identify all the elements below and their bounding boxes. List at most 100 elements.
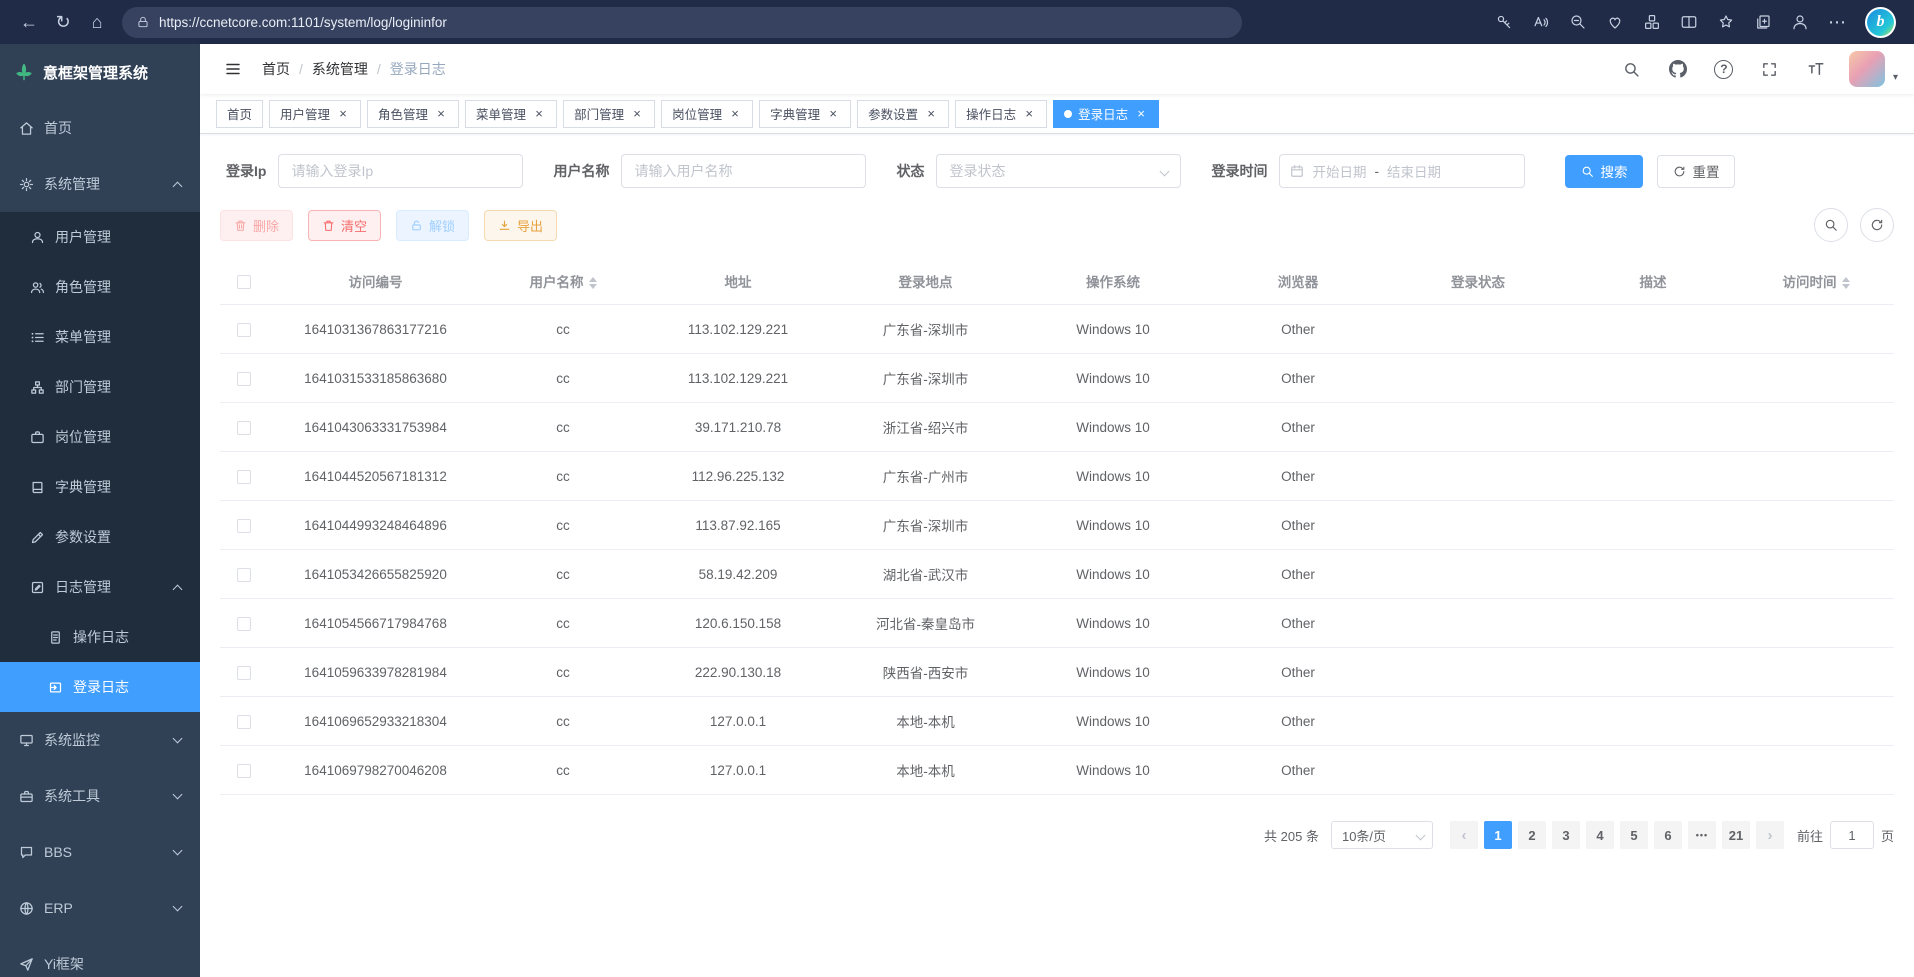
- close-icon[interactable]: ×: [434, 107, 448, 121]
- row-checkbox[interactable]: [237, 323, 251, 337]
- browser-essentials-icon[interactable]: [1606, 13, 1624, 31]
- tab-user-mgmt[interactable]: 用户管理×: [269, 100, 361, 128]
- tab-post-mgmt[interactable]: 岗位管理×: [661, 100, 753, 128]
- close-icon[interactable]: ×: [1134, 107, 1148, 121]
- unlock-button[interactable]: 解锁: [396, 210, 469, 241]
- row-checkbox[interactable]: [237, 421, 251, 435]
- row-checkbox[interactable]: [237, 372, 251, 386]
- close-icon[interactable]: ×: [630, 107, 644, 121]
- page-size-select[interactable]: 10条/页: [1331, 821, 1433, 849]
- zoom-icon[interactable]: [1569, 13, 1587, 31]
- status-select[interactable]: 登录状态: [936, 154, 1181, 188]
- row-checkbox[interactable]: [237, 519, 251, 533]
- export-button[interactable]: 导出: [484, 210, 557, 241]
- col-user-name[interactable]: 用户名称: [483, 258, 643, 305]
- tab-home[interactable]: 首页: [216, 100, 263, 128]
- reset-button[interactable]: 重置: [1657, 155, 1735, 188]
- close-icon[interactable]: ×: [532, 107, 546, 121]
- sidebar-item-monitor[interactable]: 系统监控: [0, 712, 200, 768]
- browser-back-icon[interactable]: ←: [12, 5, 46, 39]
- profile-icon[interactable]: [1791, 13, 1809, 31]
- sidebar-item-log-mgmt[interactable]: 日志管理: [0, 562, 200, 612]
- sidebar-item-yi-framework[interactable]: Yi框架: [0, 936, 200, 977]
- tab-oper-log[interactable]: 操作日志×: [955, 100, 1047, 128]
- sidebar-item-post-mgmt[interactable]: 岗位管理: [0, 412, 200, 462]
- user-name-input[interactable]: [621, 154, 866, 188]
- tab-role-mgmt[interactable]: 角色管理×: [367, 100, 459, 128]
- row-checkbox[interactable]: [237, 666, 251, 680]
- sidebar-item-param-settings[interactable]: 参数设置: [0, 512, 200, 562]
- clear-button[interactable]: 清空: [308, 210, 381, 241]
- sidebar-item-oper-log[interactable]: 操作日志: [0, 612, 200, 662]
- font-size-icon[interactable]: [1803, 56, 1829, 82]
- sidebar-item-erp[interactable]: ERP: [0, 880, 200, 936]
- row-checkbox[interactable]: [237, 568, 251, 582]
- page-button-1[interactable]: 1: [1484, 821, 1512, 849]
- copilot-bing-icon[interactable]: b: [1865, 7, 1896, 38]
- page-button-4[interactable]: 4: [1586, 821, 1614, 849]
- sidebar-item-role-mgmt[interactable]: 角色管理: [0, 262, 200, 312]
- sort-icon[interactable]: [589, 277, 597, 289]
- page-button-2[interactable]: 2: [1518, 821, 1546, 849]
- site-info-lock-icon[interactable]: [136, 15, 150, 29]
- tab-param-settings[interactable]: 参数设置×: [857, 100, 949, 128]
- page-button-3[interactable]: 3: [1552, 821, 1580, 849]
- page-button-21[interactable]: 21: [1722, 821, 1750, 849]
- tab-menu-mgmt[interactable]: 菜单管理×: [465, 100, 557, 128]
- toggle-search-icon[interactable]: [1814, 208, 1848, 242]
- date-range-picker[interactable]: 开始日期 - 结束日期: [1279, 154, 1525, 188]
- row-checkbox[interactable]: [237, 617, 251, 631]
- close-icon[interactable]: ×: [336, 107, 350, 121]
- search-button[interactable]: 搜索: [1565, 155, 1643, 188]
- col-visit-time[interactable]: 访问时间: [1738, 258, 1894, 305]
- sidebar-item-menu-mgmt[interactable]: 菜单管理: [0, 312, 200, 362]
- split-screen-icon[interactable]: [1680, 13, 1698, 31]
- goto-page-input[interactable]: [1830, 821, 1874, 849]
- browser-refresh-icon[interactable]: ↻: [46, 5, 80, 39]
- browser-home-icon[interactable]: ⌂: [80, 5, 114, 39]
- breadcrumb-home[interactable]: 首页: [262, 59, 290, 79]
- close-icon[interactable]: ×: [924, 107, 938, 121]
- read-aloud-icon[interactable]: [1532, 13, 1550, 31]
- password-key-icon[interactable]: [1495, 13, 1513, 31]
- sidebar-item-dict-mgmt[interactable]: 字典管理: [0, 462, 200, 512]
- help-icon[interactable]: ?: [1711, 56, 1737, 82]
- login-ip-input[interactable]: [278, 154, 523, 188]
- row-checkbox[interactable]: [237, 470, 251, 484]
- favorites-star-icon[interactable]: [1717, 13, 1735, 31]
- delete-button[interactable]: 删除: [220, 210, 293, 241]
- next-page-button[interactable]: ›: [1756, 821, 1784, 849]
- app-logo[interactable]: 意框架管理系统: [0, 44, 200, 100]
- collapse-sidebar-icon[interactable]: [216, 52, 250, 86]
- sidebar-item-login-log[interactable]: 登录日志: [0, 662, 200, 712]
- row-checkbox[interactable]: [237, 715, 251, 729]
- more-pages-button[interactable]: •••: [1688, 821, 1716, 849]
- sidebar-item-home[interactable]: 首页: [0, 100, 200, 156]
- header-search-icon[interactable]: [1619, 56, 1645, 82]
- sidebar-item-dept-mgmt[interactable]: 部门管理: [0, 362, 200, 412]
- github-icon[interactable]: [1665, 56, 1691, 82]
- close-icon[interactable]: ×: [1022, 107, 1036, 121]
- tab-dept-mgmt[interactable]: 部门管理×: [563, 100, 655, 128]
- sidebar-item-system[interactable]: 系统管理: [0, 156, 200, 212]
- avatar-caret-icon[interactable]: ▾: [1893, 72, 1898, 87]
- collections-icon[interactable]: [1754, 13, 1772, 31]
- row-checkbox[interactable]: [237, 764, 251, 778]
- select-all-checkbox[interactable]: [237, 275, 251, 289]
- sort-icon[interactable]: [1842, 277, 1850, 289]
- page-button-5[interactable]: 5: [1620, 821, 1648, 849]
- page-button-6[interactable]: 6: [1654, 821, 1682, 849]
- tab-login-log[interactable]: 登录日志×: [1053, 100, 1159, 128]
- refresh-table-icon[interactable]: [1860, 208, 1894, 242]
- close-icon[interactable]: ×: [826, 107, 840, 121]
- close-icon[interactable]: ×: [728, 107, 742, 121]
- fullscreen-icon[interactable]: [1757, 56, 1783, 82]
- user-avatar[interactable]: [1849, 51, 1885, 87]
- prev-page-button[interactable]: ‹: [1450, 821, 1478, 849]
- sidebar-item-user-mgmt[interactable]: 用户管理: [0, 212, 200, 262]
- breadcrumb-system[interactable]: 系统管理: [312, 59, 368, 79]
- settings-more-icon[interactable]: ⋯: [1828, 5, 1846, 39]
- extensions-icon[interactable]: [1643, 13, 1661, 31]
- sidebar-item-bbs[interactable]: BBS: [0, 824, 200, 880]
- sidebar-item-tools[interactable]: 系统工具: [0, 768, 200, 824]
